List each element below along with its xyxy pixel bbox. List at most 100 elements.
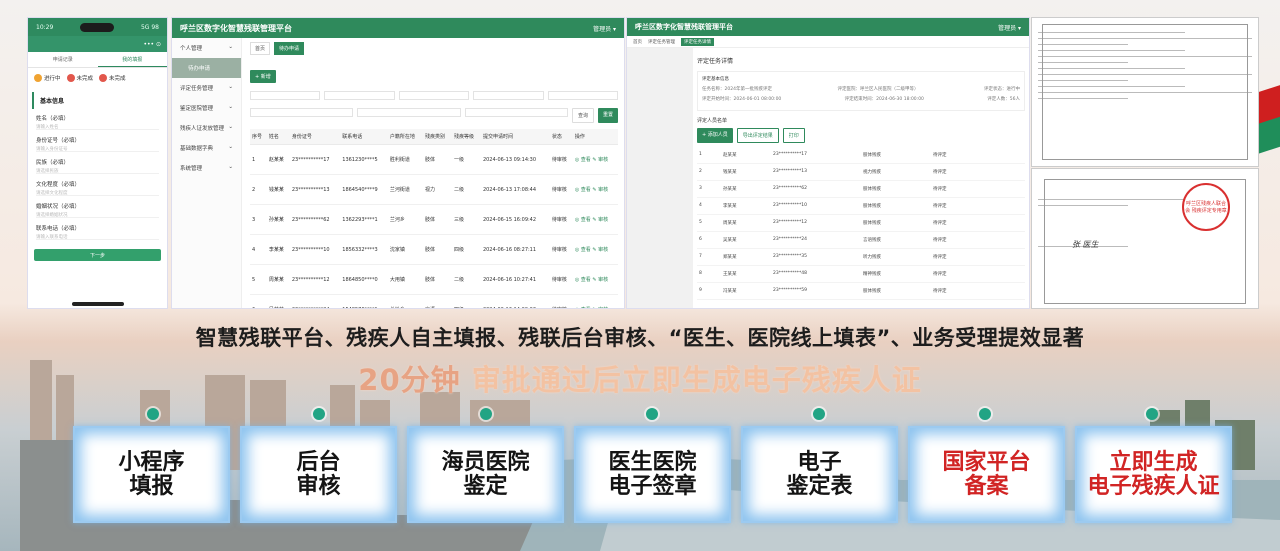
row-actions[interactable]: ◎ 查看 ✎ 审核: [572, 144, 618, 175]
sidebar-item-system[interactable]: 系统管理 ⌄: [172, 158, 241, 178]
table-header-cell: 姓名: [266, 129, 290, 145]
row-actions[interactable]: ◎ 查看 ✎ 审核: [572, 204, 618, 235]
status-incomplete: 未完成: [66, 74, 94, 82]
signed-sealed-document: 呼兰区残疾人联合会 残疾评定专用章 张 医生: [1031, 168, 1259, 309]
filter-input[interactable]: [398, 91, 470, 100]
row-actions[interactable]: ◎ 查看 ✎ 审核: [572, 174, 618, 205]
list-item[interactable]: 5 周某某 23**********12 肢体残疾 待评定: [697, 215, 1025, 232]
sidebar-item-card[interactable]: 残疾人证发放管理 ⌄: [172, 118, 241, 138]
table-cell: 待审核: [549, 294, 573, 308]
crumb-home[interactable]: 首页: [633, 39, 642, 45]
sidebar-item-assessment[interactable]: 评定任务管理 ⌄: [172, 78, 241, 98]
tab-home[interactable]: 首页: [250, 42, 271, 55]
field-phone[interactable]: 联系电话（必填） 请输入联系电话: [28, 221, 167, 243]
sidebar-item-personal[interactable]: 个人管理 ⌄: [172, 38, 241, 58]
list-item[interactable]: 2 钱某某 23**********13 视力残疾 待评定: [697, 164, 1025, 181]
phone-status-bar: 10:29 5G 98: [28, 18, 167, 36]
table-row[interactable]: 5 周某某 23**********12 1864850****0 大用镇 肢体 二级 202…: [250, 264, 618, 295]
detail-title: 评定任务详情: [697, 58, 734, 65]
table-row[interactable]: 2 钱某某 23**********13 1864540****9 兰河街道 视力 二级 20…: [250, 174, 618, 205]
field-placeholder[interactable]: 请选择文化程度: [36, 190, 159, 196]
list-item[interactable]: 4 李某某 23**********10 肢体残疾 待评定: [697, 198, 1025, 215]
list-cell: 王某某: [723, 272, 737, 277]
admin2-user-menu[interactable]: 管理员 ▾: [998, 23, 1021, 32]
table-cell: 视力: [422, 174, 452, 205]
tab-pending[interactable]: 待办申请: [274, 42, 305, 55]
list-cell: 孙某某: [723, 187, 737, 192]
field-label: 姓名（必填）: [36, 116, 70, 122]
export-button[interactable]: 导出评定结果: [736, 128, 779, 143]
process-steps: 小程序 填报 后台 审核 海员医院 鉴定 医生医院 电子签章 电子 鉴定表 国家…: [73, 426, 1233, 523]
field-placeholder[interactable]: 请输入身份证号: [36, 146, 159, 152]
step-e-signature: 医生医院 电子签章: [574, 426, 731, 523]
print-button[interactable]: 打印: [782, 128, 805, 143]
table-cell: 1856332****3: [340, 234, 388, 265]
timeline-node-icon: [480, 408, 492, 420]
field-placeholder[interactable]: 请输入姓名: [36, 124, 159, 130]
list-cell: 1: [699, 152, 702, 157]
add-person-button[interactable]: + 添加人员: [697, 128, 733, 143]
step-national-filing: 国家平台 备案: [908, 426, 1065, 523]
table-row[interactable]: 1 赵某某 23**********17 1361230****5 胜利街道 肢体 一级 20…: [250, 144, 618, 175]
list-cell: 赵某某: [723, 153, 737, 158]
list-cell: 言语残疾: [863, 238, 881, 243]
list-cell: 23**********24: [773, 237, 807, 242]
field-placeholder[interactable]: 请选择民族: [36, 168, 159, 174]
next-step-button[interactable]: 下一步: [34, 249, 161, 261]
headline: 智慧残联平台、残疾人自主填报、残联后台审核、“医生、医院线上填表”、业务受理提效…: [195, 326, 1085, 350]
filter-input[interactable]: [464, 108, 568, 117]
status-label: 未完成: [76, 76, 94, 82]
phone-menu-capsule[interactable]: ••• ⊙: [143, 41, 161, 48]
table-cell: 23**********13: [289, 174, 341, 205]
list-item[interactable]: 9 冯某某 23**********59 肢体残疾 待评定: [697, 283, 1025, 300]
table-row[interactable]: 6吴某某23**********241548576****1长岭乡言语四级202…: [250, 294, 618, 308]
filter-input[interactable]: [250, 91, 321, 100]
list-cell: 肢体残疾: [863, 153, 881, 158]
row-actions[interactable]: ◎ 查看 ✎ 审核: [572, 294, 618, 308]
sidebar-item-dictionary[interactable]: 基础数据字典 ⌄: [172, 138, 241, 158]
field-placeholder[interactable]: 请输入联系电话: [36, 234, 159, 240]
table-cell: 孙某某: [266, 204, 290, 235]
list-item[interactable]: 3 孙某某 23**********62 肢体残疾 待评定: [697, 181, 1025, 198]
list-item[interactable]: 6 吴某某 23**********24 言语残疾 待评定: [697, 232, 1025, 249]
table-row[interactable]: 3 孙某某 23**********62 1362293****1 兰河乡 肢体 三级 202…: [250, 204, 618, 235]
step-backend-review: 后台 审核: [240, 426, 397, 523]
sidebar-item-pending[interactable]: 待办申请: [172, 58, 241, 78]
field-placeholder[interactable]: 请选择婚姻状况: [36, 212, 159, 218]
assessment-form-document: [1031, 17, 1259, 167]
crumb-detail[interactable]: 评定任务详情: [681, 37, 714, 46]
field-id-number[interactable]: 身份证号（必填） 请输入身份证号: [28, 133, 167, 155]
list-item[interactable]: 7 郑某某 23**********35 听力残疾 待评定: [697, 249, 1025, 266]
sidebar-item-hospital[interactable]: 鉴定医院管理 ⌄: [172, 98, 241, 118]
sidebar-item-label: 系统管理: [180, 166, 203, 172]
field-marital[interactable]: 婚姻状况（必填） 请选择婚姻状况: [28, 199, 167, 221]
list-item[interactable]: 1 赵某某 23**********17 肢体残疾 待评定: [697, 147, 1025, 164]
table-cell: 2024-06-16 14:09:03: [480, 294, 550, 308]
add-button[interactable]: + 新增: [250, 70, 276, 83]
list-item[interactable]: 8 王某某 23**********48 精神残疾 待评定: [697, 266, 1025, 283]
filter-input[interactable]: [250, 108, 354, 117]
field-name[interactable]: 姓名（必填） 请输入姓名: [28, 111, 167, 133]
crumb-assessment[interactable]: 评定任务管理: [648, 39, 675, 45]
tab-my-report[interactable]: 我的填报: [97, 52, 167, 67]
query-button[interactable]: 查询: [571, 108, 594, 123]
filter-input[interactable]: [473, 91, 544, 100]
filter-input[interactable]: [547, 91, 619, 100]
table-cell: 23**********12: [289, 264, 341, 295]
tab-apply-records[interactable]: 申请记录: [28, 52, 98, 67]
table-cell: 兰河街道: [387, 174, 423, 205]
row-actions[interactable]: ◎ 查看 ✎ 审核: [572, 234, 618, 265]
field-education[interactable]: 文化程度（必填） 请选择文化程度: [28, 177, 167, 199]
table-cell: 一级: [451, 144, 481, 175]
admin-user-menu[interactable]: 管理员 ▾: [593, 24, 616, 33]
filter-input[interactable]: [324, 91, 395, 100]
reset-button[interactable]: 重置: [598, 108, 619, 123]
sidebar-item-label: 评定任务管理: [180, 86, 214, 92]
row-actions[interactable]: ◎ 查看 ✎ 审核: [572, 264, 618, 295]
filter-input[interactable]: [357, 108, 461, 117]
field-ethnicity[interactable]: 民族（必填） 请选择民族: [28, 155, 167, 177]
table-row[interactable]: 4 李某某 23**********10 1856332****3 沈家镇 肢体 四级 202…: [250, 234, 618, 265]
list-cell: 23**********62: [773, 186, 807, 191]
step-label: 海员医院 鉴定: [441, 449, 530, 499]
table-cell: 四级: [451, 234, 481, 265]
